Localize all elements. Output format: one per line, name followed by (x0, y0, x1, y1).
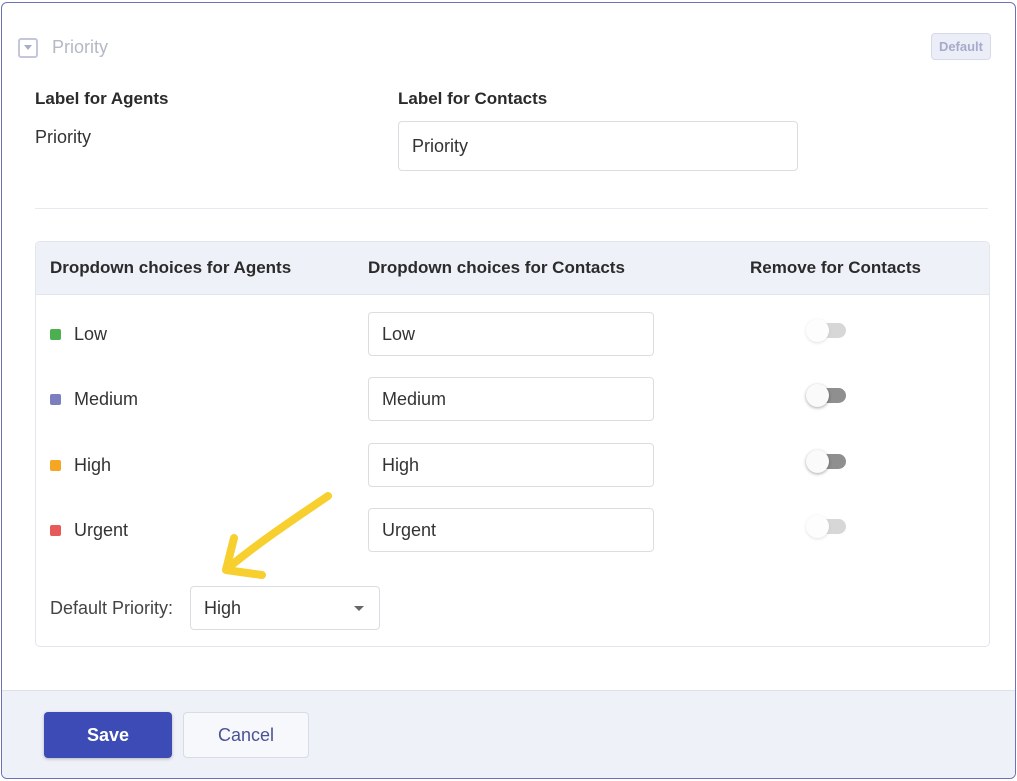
default-priority-row: Default Priority: High (50, 586, 380, 630)
agents-label-value: Priority (35, 127, 169, 148)
contacts-label-heading: Label for Contacts (398, 89, 798, 109)
save-button[interactable]: Save (44, 712, 172, 758)
agent-choice-label: Urgent (74, 520, 128, 541)
priority-field-panel: Priority Default Label for Agents Priori… (1, 2, 1016, 779)
color-swatch (50, 394, 61, 405)
field-title: Priority (52, 37, 108, 58)
header-agents-choices: Dropdown choices for Agents (50, 258, 291, 278)
contact-choice-input[interactable]: Low (368, 312, 654, 356)
default-priority-label: Default Priority: (50, 598, 173, 619)
choices-table-header: Dropdown choices for Agents Dropdown cho… (36, 242, 989, 295)
header-remove-for-contacts: Remove for Contacts (750, 258, 921, 278)
contacts-label-input[interactable]: Priority (398, 121, 798, 171)
default-priority-select[interactable]: High (190, 586, 380, 630)
remove-for-contacts-toggle[interactable] (806, 514, 848, 540)
choice-row: Low Low (36, 312, 989, 358)
choice-row: Urgent Urgent (36, 508, 989, 554)
color-swatch (50, 460, 61, 471)
agents-label-heading: Label for Agents (35, 89, 169, 109)
dropdown-field-icon (18, 38, 38, 58)
agent-choice-label: Medium (74, 389, 138, 410)
chevron-down-icon (354, 606, 364, 611)
default-badge: Default (931, 33, 991, 60)
contacts-label-section: Label for Contacts Priority (398, 89, 798, 171)
agents-label-section: Label for Agents Priority (35, 89, 169, 148)
dropdown-choices-table: Dropdown choices for Agents Dropdown cho… (35, 241, 990, 647)
contact-choice-input[interactable]: Medium (368, 377, 654, 421)
field-header[interactable]: Priority (18, 37, 108, 58)
agent-choice-label: High (74, 455, 111, 476)
remove-for-contacts-toggle[interactable] (806, 383, 848, 409)
choice-row: High High (36, 443, 989, 489)
default-priority-value: High (204, 598, 241, 619)
contact-choice-input[interactable]: Urgent (368, 508, 654, 552)
divider (35, 208, 988, 209)
remove-for-contacts-toggle[interactable] (806, 449, 848, 475)
header-contacts-choices: Dropdown choices for Contacts (368, 258, 625, 278)
contact-choice-input[interactable]: High (368, 443, 654, 487)
choice-row: Medium Medium (36, 377, 989, 423)
footer-actions: Save Cancel (2, 690, 1015, 778)
agent-choice-label: Low (74, 324, 107, 345)
color-swatch (50, 525, 61, 536)
cancel-button[interactable]: Cancel (183, 712, 309, 758)
remove-for-contacts-toggle[interactable] (806, 318, 848, 344)
color-swatch (50, 329, 61, 340)
